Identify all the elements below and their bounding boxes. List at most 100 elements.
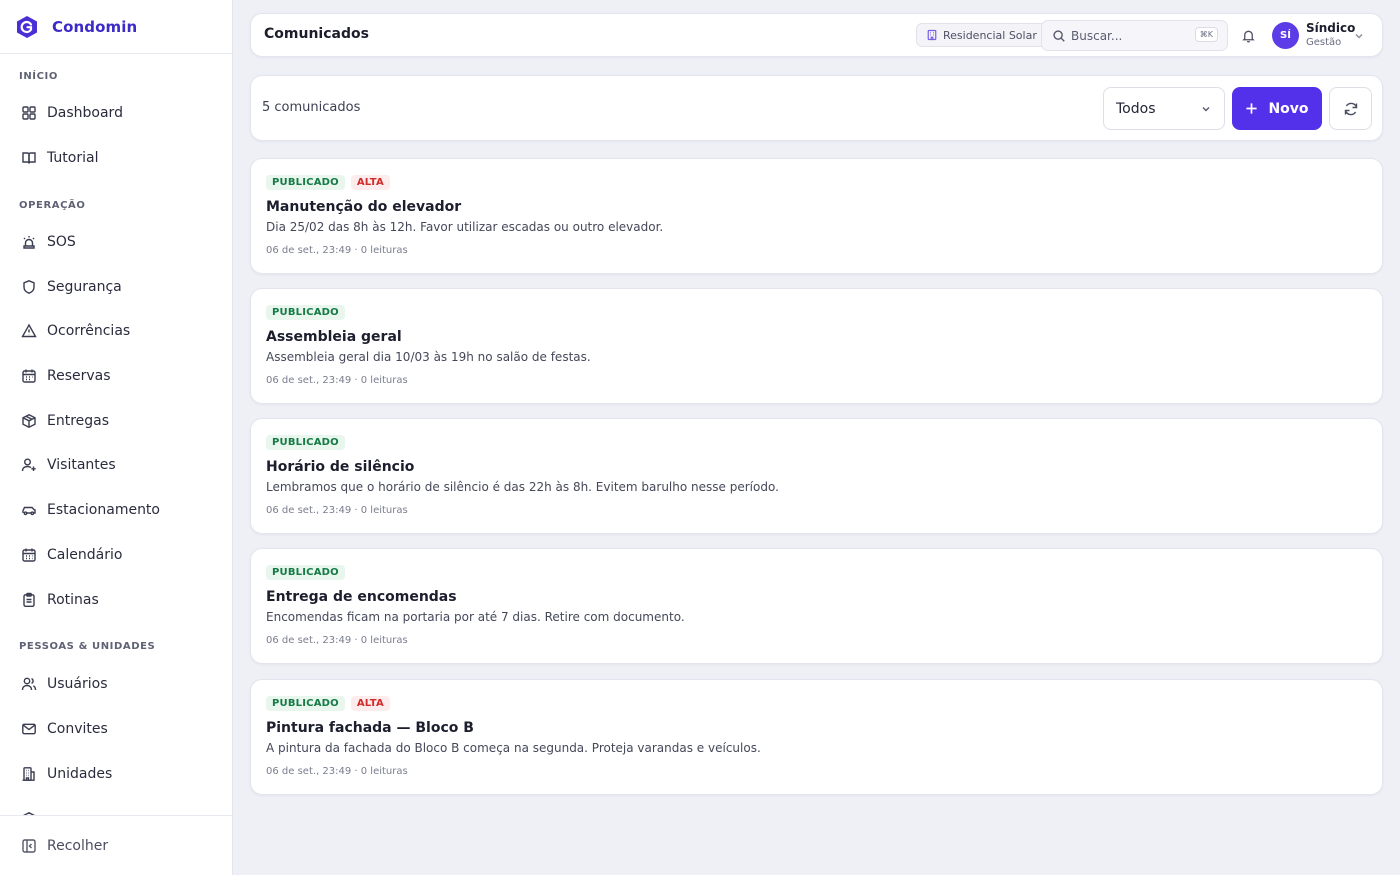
calendar-days-icon xyxy=(21,547,37,563)
section-title: OPERAÇÃO xyxy=(19,200,86,211)
clipboard-icon xyxy=(21,592,37,608)
priority-badge: ALTA xyxy=(350,696,390,711)
badge-group: PUBLICADO xyxy=(266,305,345,320)
sidebar-item-seguranca[interactable]: Segurança xyxy=(10,269,222,305)
badge-group: PUBLICADO ALTA xyxy=(266,696,390,711)
section-title: INÍCIO xyxy=(19,71,58,82)
status-badge: PUBLICADO xyxy=(266,435,345,450)
search-shortcut: ⌘K xyxy=(1194,27,1218,42)
user-role: Gestão xyxy=(1306,37,1342,48)
avatar[interactable]: SÍ xyxy=(1272,22,1299,49)
sidebar-item-label: Estacionamento xyxy=(47,502,160,518)
status-badge: PUBLICADO xyxy=(266,175,345,190)
bell-icon[interactable] xyxy=(1241,28,1256,43)
mail-icon xyxy=(21,721,37,737)
chevron-down-icon[interactable] xyxy=(1353,30,1365,42)
badge-group: PUBLICADO ALTA xyxy=(266,175,390,190)
announcement-title: Pintura fachada — Bloco B xyxy=(266,720,474,736)
announcement-meta: 06 de set., 23:49 · 0 leituras xyxy=(266,375,408,386)
condo-name: Residencial Solar xyxy=(943,28,1037,42)
sidebar-item-label: Entregas xyxy=(47,413,110,429)
brand-name: Condomin xyxy=(52,17,138,36)
announcement-body: Assembleia geral dia 10/03 às 19h no sal… xyxy=(266,350,591,364)
user-plus-icon xyxy=(21,457,37,473)
sidebar-item-label: Dashboard xyxy=(47,105,123,121)
sidebar-item-label: Visitantes xyxy=(47,457,116,473)
announcement-meta: 06 de set., 23:49 · 0 leituras xyxy=(266,505,408,516)
sidebar-nav: INÍCIO Dashboard Tutorial OPERAÇÃO SOS S… xyxy=(0,54,232,816)
sidebar-item-label: SOS xyxy=(47,234,76,250)
search-input[interactable] xyxy=(1071,28,1189,43)
collapse-sidebar-button[interactable]: Recolher xyxy=(0,815,232,875)
status-badge: PUBLICADO xyxy=(266,696,345,711)
sidebar-item-convites[interactable]: Convites xyxy=(10,711,222,747)
new-announcement-button[interactable]: Novo xyxy=(1232,87,1322,130)
refresh-icon xyxy=(1343,101,1359,117)
sidebar-item-label: Usuários xyxy=(47,676,108,692)
sidebar-item-ocorrencias[interactable]: Ocorrências xyxy=(10,313,222,349)
plus-icon xyxy=(1245,102,1258,115)
sidebar-item-usuarios[interactable]: Usuários xyxy=(10,666,222,702)
list-toolbar: 5 comunicados Todos Novo xyxy=(250,75,1383,141)
calendar-icon xyxy=(21,368,37,384)
announcement-card[interactable]: PUBLICADO Assembleia geral Assembleia ge… xyxy=(250,288,1383,404)
announcement-meta: 06 de set., 23:49 · 0 leituras xyxy=(266,245,408,256)
announcement-title: Entrega de encomendas xyxy=(266,589,457,605)
filter-value: Todos xyxy=(1116,100,1156,117)
announcement-meta: 06 de set., 23:49 · 0 leituras xyxy=(266,635,408,646)
search-icon xyxy=(1052,29,1066,43)
brand[interactable]: Condomin xyxy=(0,0,232,54)
sidebar-item-label: Tutorial xyxy=(47,150,99,166)
announcement-body: Encomendas ficam na portaria por até 7 d… xyxy=(266,610,685,624)
sidebar-item-entregas[interactable]: Entregas xyxy=(10,403,222,439)
refresh-button[interactable] xyxy=(1329,87,1372,130)
sidebar-item-estacionamento[interactable]: Estacionamento xyxy=(10,492,222,528)
announcement-card[interactable]: PUBLICADO Horário de silêncio Lembramos … xyxy=(250,418,1383,534)
status-badge: PUBLICADO xyxy=(266,565,345,580)
announcement-card[interactable]: PUBLICADO ALTA Pintura fachada — Bloco B… xyxy=(250,679,1383,795)
shield-icon xyxy=(21,279,37,295)
sidebar-item-reservas[interactable]: Reservas xyxy=(10,358,222,394)
sidebar-item-rotinas[interactable]: Rotinas xyxy=(10,582,222,618)
status-badge: PUBLICADO xyxy=(266,305,345,320)
announcement-card[interactable]: PUBLICADO Entrega de encomendas Encomend… xyxy=(250,548,1383,664)
siren-icon xyxy=(21,234,37,250)
page-title: Comunicados xyxy=(264,26,369,42)
sidebar-item-calendario[interactable]: Calendário xyxy=(10,537,222,573)
priority-badge: ALTA xyxy=(350,175,390,190)
sidebar-item-unidades[interactable]: Unidades xyxy=(10,756,222,792)
status-filter-select[interactable]: Todos xyxy=(1103,87,1225,130)
sidebar-collapse-icon xyxy=(21,838,37,854)
sidebar-item-label: Segurança xyxy=(47,279,122,295)
condomin-logo-icon xyxy=(16,15,38,39)
section-title: PESSOAS & UNIDADES xyxy=(19,641,156,652)
package-icon xyxy=(21,413,37,429)
announcement-title: Horário de silêncio xyxy=(266,459,415,475)
sidebar-item-dashboard[interactable]: Dashboard xyxy=(10,95,222,131)
sidebar-item-label: Calendário xyxy=(47,547,123,563)
sidebar-item-label: Reservas xyxy=(47,368,111,384)
users-icon xyxy=(21,676,37,692)
search-box[interactable]: ⌘K xyxy=(1041,20,1228,51)
condo-selector[interactable]: Residencial Solar xyxy=(916,23,1046,47)
announcement-body: Dia 25/02 das 8h às 12h. Favor utilizar … xyxy=(266,220,664,234)
sidebar-item-partial[interactable] xyxy=(10,801,222,816)
sidebar-item-sos[interactable]: SOS xyxy=(10,224,222,260)
sidebar-item-visitantes[interactable]: Visitantes xyxy=(10,447,222,483)
sidebar-item-tutorial[interactable]: Tutorial xyxy=(10,140,222,176)
sidebar-item-label: Convites xyxy=(47,721,108,737)
badge-group: PUBLICADO xyxy=(266,435,345,450)
announcement-meta: 06 de set., 23:49 · 0 leituras xyxy=(266,766,408,777)
book-icon xyxy=(21,150,37,166)
building-icon xyxy=(21,766,37,782)
grid-icon xyxy=(21,105,37,121)
sidebar: Condomin INÍCIO Dashboard Tutorial OPERA… xyxy=(0,0,233,875)
alert-triangle-icon xyxy=(21,323,37,339)
user-name[interactable]: Síndico xyxy=(1306,21,1355,35)
collapse-label: Recolher xyxy=(47,837,109,854)
announcement-card[interactable]: PUBLICADO ALTA Manutenção do elevador Di… xyxy=(250,158,1383,274)
announcement-body: Lembramos que o horário de silêncio é da… xyxy=(266,480,779,494)
badge-group: PUBLICADO xyxy=(266,565,345,580)
sidebar-item-label: Unidades xyxy=(47,766,113,782)
announcement-title: Manutenção do elevador xyxy=(266,199,462,215)
